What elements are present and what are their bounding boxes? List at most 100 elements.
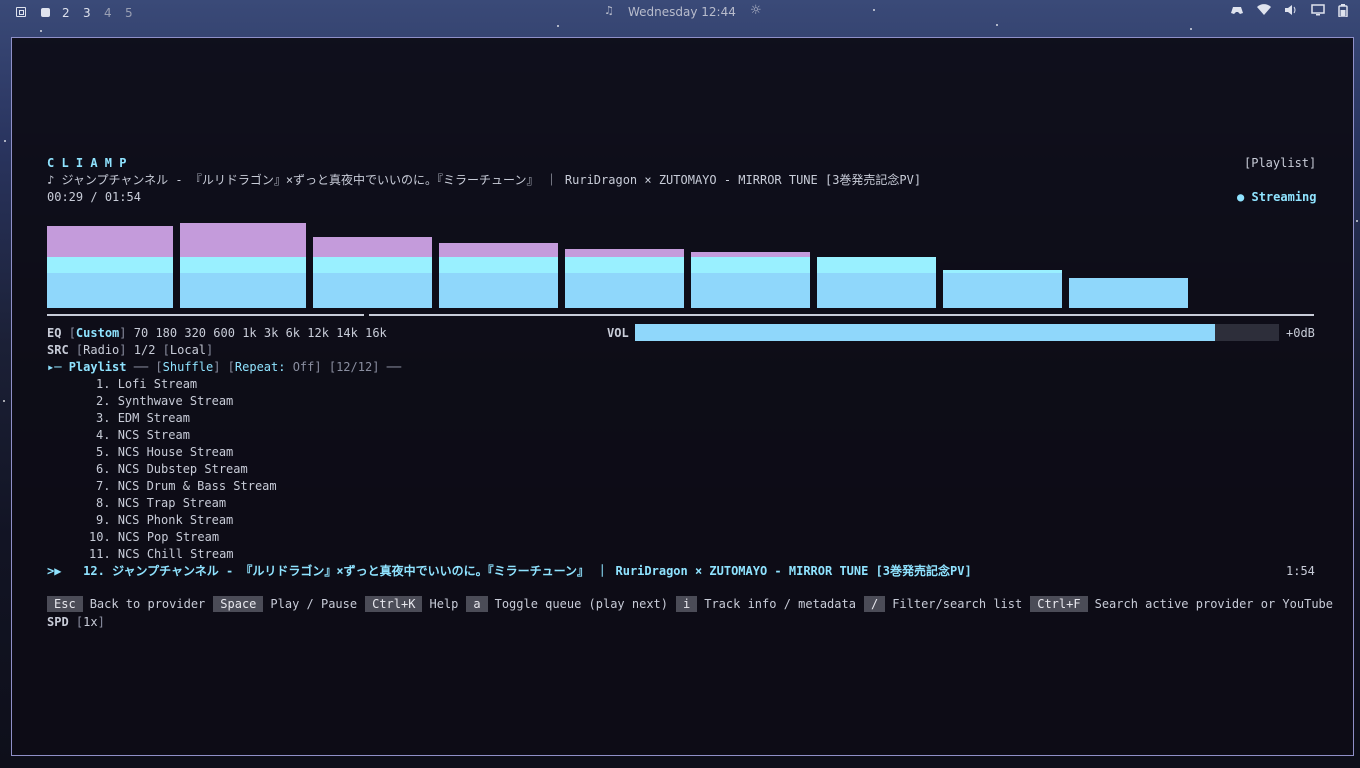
top-panel: 2 3 4 5 ♫ Wednesday 12:44 ☼	[0, 0, 1360, 26]
total-time: 01:54	[104, 190, 141, 204]
visualizer-bar	[943, 270, 1062, 308]
eq-band[interactable]: 3k	[264, 326, 278, 340]
playlist-item[interactable]: 3. EDM Stream	[96, 411, 190, 425]
playlist-item[interactable]: 5. NCS House Stream	[96, 445, 233, 459]
time-display: 00:29 / 01:54	[47, 190, 141, 204]
bell-icon[interactable]: ♫	[604, 4, 614, 17]
playlist-item[interactable]: 10. NCS Pop Stream	[89, 530, 219, 544]
playlist-item-title: Lofi Stream	[117, 377, 198, 391]
playlist-item[interactable]: 2. Synthwave Stream	[96, 394, 233, 408]
current-track-title: ジャンプチャンネル - 『ルリドラゴン』×ずっと真夜中でいいのに。『ミラーチュー…	[112, 564, 972, 578]
playlist-item-title: NCS Stream	[117, 428, 190, 442]
now-playing-line: ♪ ジャンプチャンネル - 『ルリドラゴン』×ずっと真夜中でいいのに。『ミラーチ…	[47, 173, 921, 187]
playlist-item-number: 7.	[96, 479, 111, 493]
playlist-header: ▸─ Playlist ── [Shuffle] [Repeat: Off] […	[47, 360, 402, 374]
source-row: SRC [Radio] 1/2 [Local]	[47, 343, 214, 357]
shortcut-bar: Esc Back to provider Space Play / Pause Ctrl…	[47, 596, 1341, 612]
visualizer-bar	[180, 223, 306, 308]
playlist-count: 12/12	[336, 360, 373, 374]
eq-band[interactable]: 6k	[286, 326, 300, 340]
repeat-label[interactable]: Repeat:	[235, 360, 286, 374]
clock[interactable]: Wednesday 12:44	[628, 5, 736, 19]
workspace-3[interactable]: 3	[83, 6, 91, 20]
eq-band[interactable]: 320	[184, 326, 206, 340]
visualizer-bar	[817, 257, 936, 308]
playlist-item[interactable]: 6. NCS Dubstep Stream	[96, 462, 248, 476]
playlist-item-title: NCS Trap Stream	[117, 496, 227, 510]
playlist-item-title: Synthwave Stream	[117, 394, 234, 408]
shortcut-label: Back to provider	[89, 597, 206, 611]
eq-preset[interactable]: Custom	[76, 326, 119, 340]
shortcut-label: Help	[429, 597, 459, 611]
playlist-item[interactable]: 9. NCS Phonk Stream	[96, 513, 233, 527]
monitor-icon[interactable]	[1311, 4, 1325, 19]
shortcut-label: Play / Pause	[270, 597, 358, 611]
eq-band[interactable]: 180	[155, 326, 177, 340]
volume-bar[interactable]	[635, 324, 1279, 341]
eq-band[interactable]: 14k	[336, 326, 358, 340]
playing-indicator-icon: >▶	[47, 564, 62, 578]
workspace-4[interactable]: 4	[104, 6, 112, 20]
streaming-status: ● Streaming	[1237, 190, 1317, 204]
playlist-item[interactable]: 4. NCS Stream	[96, 428, 190, 442]
shortcut-key: /	[863, 596, 886, 612]
sun-icon[interactable]: ☼	[750, 3, 762, 18]
eq-band[interactable]: 1k	[242, 326, 256, 340]
shortcut-key: Space	[213, 596, 264, 612]
playlist-item-title: NCS Chill Stream	[117, 547, 234, 561]
app-title: C L I A M P	[47, 156, 127, 170]
source-index: 1/2	[133, 343, 156, 357]
workspace-grid-icon[interactable]	[16, 7, 26, 17]
playlist-item[interactable]: 1. Lofi Stream	[96, 377, 197, 391]
playlist-item-number: 3.	[96, 411, 111, 425]
volume-icon[interactable]	[1284, 4, 1298, 19]
visualizer-bar	[439, 243, 558, 308]
mode-tag: [Playlist]	[1244, 156, 1317, 170]
playlist-item-number: 2.	[96, 394, 111, 408]
source-local[interactable]: Local	[170, 343, 206, 357]
shortcut-key: Esc	[47, 596, 83, 612]
volume-db: +0dB	[1286, 326, 1315, 340]
speed-value[interactable]: 1x	[83, 615, 97, 629]
playlist-item-number: 11.	[89, 547, 111, 561]
eq-band[interactable]: 600	[213, 326, 235, 340]
shortcut-label: Track info / metadata	[704, 597, 856, 611]
shortcut-key: Ctrl+F	[1030, 596, 1088, 612]
source-radio[interactable]: Radio	[83, 343, 119, 357]
playlist-title: Playlist	[68, 360, 127, 374]
shortcut-label: Filter/search list	[892, 597, 1023, 611]
current-track[interactable]: >▶ 12. ジャンプチャンネル - 『ルリドラゴン』×ずっと真夜中でいいのに。…	[47, 564, 972, 578]
seek-bar-fill	[47, 314, 364, 316]
playlist-item[interactable]: 11. NCS Chill Stream	[89, 547, 234, 561]
playlist-item-title: NCS Pop Stream	[117, 530, 220, 544]
workspace-active-icon[interactable]	[41, 8, 50, 17]
battery-icon[interactable]	[1338, 4, 1348, 20]
wifi-icon[interactable]	[1257, 4, 1271, 19]
repeat-value[interactable]: Off	[293, 360, 315, 374]
now-playing-title: ジャンプチャンネル - 『ルリドラゴン』×ずっと真夜中でいいのに。『ミラーチュー…	[61, 173, 922, 187]
shuffle-toggle[interactable]: Shuffle	[163, 360, 214, 374]
music-note-icon: ♪	[47, 173, 55, 187]
playlist-item-number: 6.	[96, 462, 111, 476]
eq-row: EQ [Custom] 70 180 320 600 1k 3k 6k 12k …	[47, 326, 387, 340]
eq-band[interactable]: 70	[134, 326, 148, 340]
elapsed-time: 00:29	[47, 190, 84, 204]
eq-band[interactable]: 12k	[307, 326, 329, 340]
playlist-item-number: 8.	[96, 496, 111, 510]
shortcut-key: i	[676, 596, 698, 612]
visualizer-bar	[1069, 278, 1188, 308]
workspace-2[interactable]: 2	[62, 6, 70, 20]
gamepad-icon[interactable]	[1230, 4, 1244, 19]
eq-band[interactable]: 16k	[365, 326, 387, 340]
shortcut-label: Search active provider or YouTube	[1094, 597, 1334, 611]
playlist-item-title: NCS House Stream	[117, 445, 234, 459]
visualizer-bar	[565, 249, 684, 308]
playlist-item[interactable]: 8. NCS Trap Stream	[96, 496, 226, 510]
speed-row: SPD [1x]	[47, 615, 105, 629]
visualizer-bar	[691, 252, 810, 308]
playlist-item[interactable]: 7. NCS Drum & Bass Stream	[96, 479, 277, 493]
playlist-item-title: NCS Drum & Bass Stream	[117, 479, 277, 493]
workspace-5[interactable]: 5	[125, 6, 133, 20]
playlist-item-number: 5.	[96, 445, 111, 459]
seek-bar[interactable]	[47, 314, 1314, 317]
